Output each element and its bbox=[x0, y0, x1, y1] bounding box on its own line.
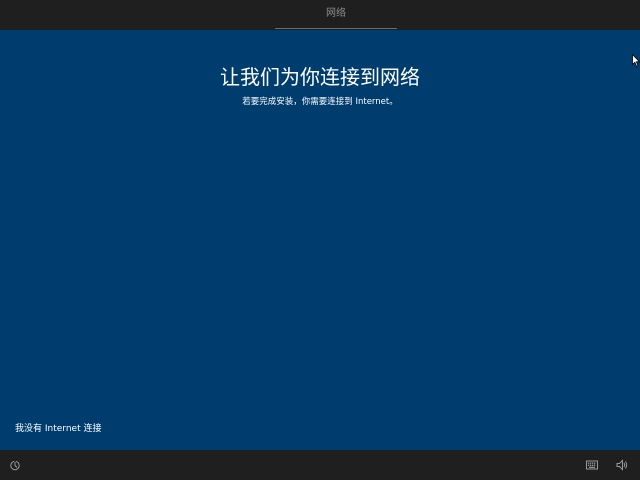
keyboard-icon[interactable] bbox=[586, 460, 598, 470]
ease-of-access-icon[interactable] bbox=[9, 459, 21, 471]
header-bar: 网络 bbox=[0, 0, 640, 30]
no-internet-connection-link[interactable]: 我没有 Internet 连接 bbox=[15, 423, 101, 435]
page-subtitle: 若要完成安装，你需要连接到 Internet。 bbox=[242, 97, 398, 107]
tab-underline bbox=[275, 28, 397, 29]
oobe-screen: 网络 让我们为你连接到网络 若要完成安装，你需要连接到 Internet。 我没… bbox=[0, 0, 640, 480]
mouse-cursor-icon bbox=[632, 54, 640, 67]
footer-bar bbox=[0, 450, 640, 480]
volume-icon[interactable] bbox=[616, 459, 628, 471]
tab-network-label: 网络 bbox=[326, 8, 346, 19]
tab-network: 网络 bbox=[275, 0, 397, 30]
page-title: 让我们为你连接到网络 bbox=[220, 65, 420, 89]
